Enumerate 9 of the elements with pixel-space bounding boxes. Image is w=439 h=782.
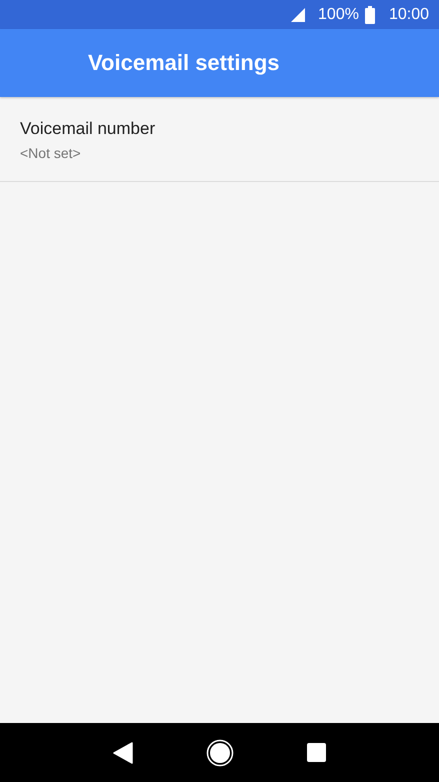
recents-icon[interactable]: [307, 743, 326, 762]
clock-time: 10:00: [388, 6, 429, 24]
voicemail-number-setting[interactable]: Voicemail number <Not set>: [0, 97, 439, 182]
battery-percentage: 100%: [318, 6, 359, 24]
screen-title: Voicemail settings: [88, 50, 280, 76]
home-icon[interactable]: [206, 738, 234, 766]
back-icon[interactable]: [112, 742, 133, 764]
signal-icon: [290, 6, 306, 22]
battery-icon: [364, 6, 375, 24]
